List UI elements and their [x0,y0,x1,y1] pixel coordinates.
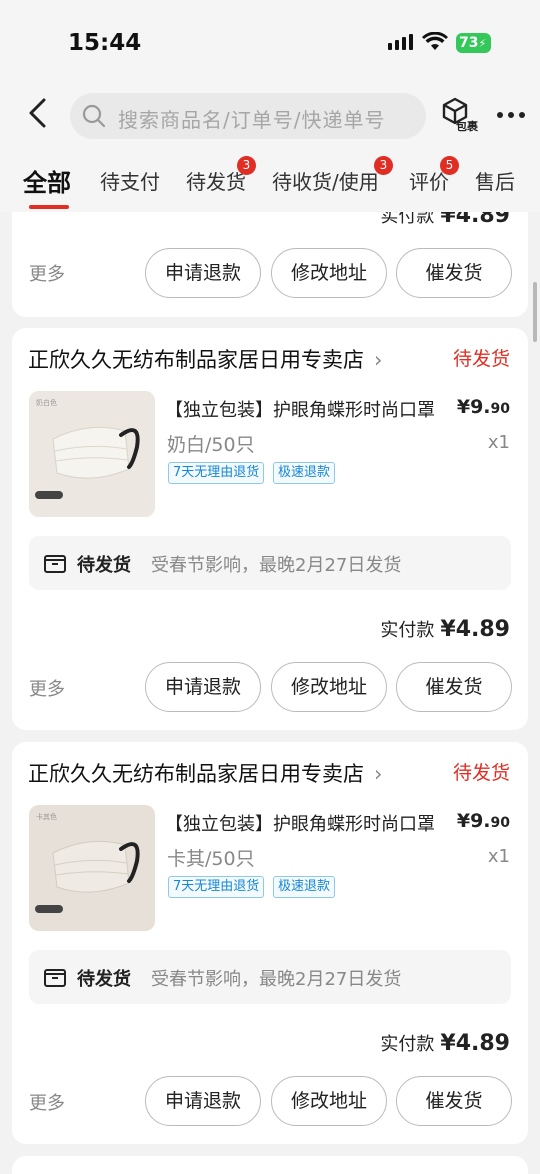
pending-shipment-badge: 3 [237,156,256,175]
battery-icon: 73⚡ [456,33,491,53]
change-address-button[interactable]: 修改地址 [271,662,387,712]
price-decimal: 90 [490,401,510,417]
shipping-notice: 待发货 受春节影响，最晚2月27日发货 [29,536,511,590]
more-link[interactable]: 更多 [29,260,65,286]
more-options-icon[interactable] [497,112,525,118]
tab-pending-shipment[interactable]: 待发货 [186,166,246,195]
tab-after-sales[interactable]: 售后 [475,166,515,195]
thumb-label: 卡其色 [36,812,57,821]
package-button[interactable]: 包裹 [440,96,486,136]
request-refund-button[interactable]: 申请退款 [145,1076,261,1126]
scrollbar[interactable] [533,282,537,342]
paid-label: 实付款 [380,1034,435,1055]
battery-level: 73 [459,35,479,51]
search-input[interactable]: 搜索商品名/订单号/快递单号 [70,93,426,139]
urge-shipment-button[interactable]: 催发货 [396,662,512,712]
product-image[interactable]: 卡其色 [29,805,155,931]
notice-text: 受春节影响，最晚2月27日发货 [151,969,402,990]
fast-refund-tag: 极速退款 [273,876,336,898]
change-address-button[interactable]: 修改地址 [271,1076,387,1126]
paid-amount: ¥4.89 [440,1031,510,1056]
cellular-signal-icon [388,34,413,50]
store-name-text: 正欣久久无纺布制品家居日用专卖店 [28,762,364,786]
order-card: 正欣久久无纺布制品家居日用专卖店 › 待发货 卡其色 【独立包装】护眼角蝶形时尚口… [12,742,528,1144]
notice-title: 待发货 [77,555,131,576]
pending-receipt-badge: 3 [374,156,393,175]
mask-illustration: 卡其色 [29,805,155,931]
urge-shipment-button[interactable]: 催发货 [396,1076,512,1126]
urge-shipment-button[interactable]: 催发货 [396,248,512,298]
order-card-peek [12,1156,528,1174]
tab-active-indicator [29,205,69,209]
search-placeholder: 搜索商品名/订单号/快递单号 [118,108,386,132]
product-quantity: x1 [487,846,510,867]
paid-amount-row: 实付款 ¥4.89 [380,212,510,228]
product-variant: 卡其/50只 [167,848,255,870]
order-status: 待发货 [452,348,510,370]
chevron-right-icon: › [374,762,383,786]
box-icon [44,969,66,987]
shipping-notice: 待发货 受春节影响，最晚2月27日发货 [29,950,511,1004]
tab-all[interactable]: 全部 [23,163,71,198]
change-address-button[interactable]: 修改地址 [271,248,387,298]
request-refund-button[interactable]: 申请退款 [145,248,261,298]
price-integer: ¥9. [456,810,491,832]
chevron-right-icon: › [374,348,383,372]
package-label: 包裹 [456,120,478,133]
product-name[interactable]: 【独立包装】护眼角蝶形时尚口罩 [165,396,435,422]
thumb-label: 奶白色 [36,398,57,407]
return-policy-tag: 7天无理由退货 [168,462,265,484]
product-image[interactable]: 奶白色 [29,391,155,517]
fast-refund-tag: 极速退款 [273,462,336,484]
review-badge: 5 [440,156,459,175]
paid-amount: ¥4.89 [440,617,510,642]
store-name[interactable]: 正欣久久无纺布制品家居日用专卖店 › [28,758,382,788]
price-integer: ¥9. [456,396,491,418]
notice-text: 受春节影响，最晚2月27日发货 [151,555,402,576]
product-price: ¥9.90 [457,396,510,418]
paid-amount-row: 实付款 ¥4.89 [380,616,510,642]
tab-pending-receipt[interactable]: 待收货/使用 [272,166,379,195]
notice-title: 待发货 [77,969,131,990]
paid-label: 实付款 [380,212,435,227]
search-icon [82,104,106,128]
wifi-icon [422,32,448,50]
store-name[interactable]: 正欣久久无纺布制品家居日用专卖店 › [28,344,382,374]
tab-pending-payment[interactable]: 待支付 [100,166,160,195]
request-refund-button[interactable]: 申请退款 [145,662,261,712]
status-bar: 15:44 73⚡ [0,0,540,84]
status-time: 15:44 [68,30,142,56]
mask-illustration: 奶白色 [29,391,155,517]
order-card: 实付款 ¥4.89 更多 申请退款 修改地址 催发货 [12,212,528,317]
order-card: 正欣久久无纺布制品家居日用专卖店 › 待发货 奶白色 【独立包装】护眼角蝶形时尚口… [12,328,528,730]
product-price: ¥9.90 [457,810,510,832]
store-name-text: 正欣久久无纺布制品家居日用专卖店 [28,348,364,372]
product-variant: 奶白/50只 [167,434,255,456]
more-link[interactable]: 更多 [29,1089,65,1115]
order-status: 待发货 [452,762,510,784]
order-tabs: 全部 待支付 待发货 3 待收货/使用 3 评价 5 售后 [0,148,540,212]
paid-amount: ¥4.89 [440,212,510,228]
price-decimal: 90 [490,815,510,831]
product-name[interactable]: 【独立包装】护眼角蝶形时尚口罩 [165,810,435,836]
product-quantity: x1 [487,432,510,453]
paid-amount-row: 实付款 ¥4.89 [380,1030,510,1056]
back-arrow-icon[interactable] [22,96,56,130]
header: 搜索商品名/订单号/快递单号 包裹 [0,84,540,148]
return-policy-tag: 7天无理由退货 [168,876,265,898]
more-link[interactable]: 更多 [29,675,65,701]
paid-label: 实付款 [380,620,435,641]
box-icon [44,555,66,573]
